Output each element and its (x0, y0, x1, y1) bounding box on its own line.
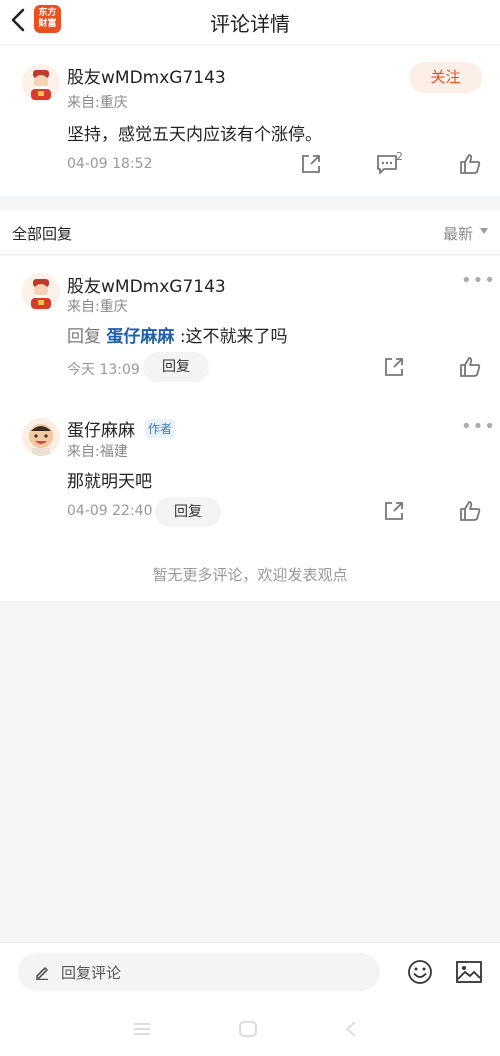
follow-button[interactable]: 关注 (409, 62, 482, 93)
reply-input[interactable]: 回复评论 (61, 962, 121, 983)
user-avatar[interactable] (22, 64, 60, 102)
mention-link[interactable]: 蛋仔麻麻 (106, 327, 174, 347)
more-options-icon[interactable]: ••• (461, 416, 496, 437)
more-options-icon[interactable]: ••• (461, 270, 496, 291)
god-of-wealth-avatar-icon (22, 64, 60, 102)
comment-text: 坚持，感觉五天内应该有个涨停。 (67, 125, 322, 145)
reply-username[interactable]: 股友wMDmxG7143 (67, 272, 226, 297)
bottom-bar: 回复评论 (0, 942, 500, 1056)
reply-avatar[interactable] (22, 273, 60, 311)
reply-time: 今天 13:09 (67, 362, 140, 378)
username[interactable]: 股友wMDmxG7143 (67, 63, 226, 88)
reply-input-box[interactable]: 回复评论 (18, 953, 380, 991)
comment-icon[interactable] (376, 153, 398, 175)
pencil-icon (36, 967, 48, 980)
god-of-wealth-avatar-icon (22, 273, 60, 311)
reply-avatar[interactable] (22, 418, 60, 456)
comment-count: 2 (396, 150, 403, 163)
reply-prefix: 回复 (67, 327, 101, 347)
like-icon[interactable] (459, 153, 481, 175)
replies-header: 全部回复 最新 (0, 210, 500, 255)
like-icon[interactable] (459, 500, 481, 522)
reply-location: 来自:重庆 (67, 299, 128, 315)
all-replies-title: 全部回复 (12, 225, 73, 243)
comment-time: 04-09 18:52 (67, 156, 153, 172)
share-icon[interactable] (383, 356, 405, 378)
reply-button[interactable]: 回复 (155, 497, 221, 527)
user-location: 来自:重庆 (67, 95, 128, 111)
main-comment-card: 股友wMDmxG7143 来自:重庆 关注 坚持，感觉五天内应该有个涨停。 04… (0, 46, 500, 196)
reply-button[interactable]: 回复 (143, 352, 209, 382)
home-nav-icon[interactable] (238, 1020, 258, 1038)
like-icon[interactable] (459, 356, 481, 378)
share-icon[interactable] (383, 500, 405, 522)
reply-time: 04-09 22:40 (67, 503, 153, 519)
sort-dropdown-icon[interactable] (480, 228, 488, 234)
sort-selector[interactable]: 最新 (443, 223, 473, 244)
back-nav-icon[interactable] (343, 1020, 359, 1038)
reply-body: :这不就来了吗 (179, 327, 288, 347)
baby-avatar-icon (22, 418, 60, 456)
menu-nav-icon[interactable] (132, 1021, 152, 1037)
emoji-icon[interactable] (407, 959, 433, 985)
reply-list: 股友wMDmxG7143 来自:重庆 ••• 回复 蛋仔麻麻 :这不就来了吗 今… (0, 256, 500, 601)
reply-text: 那就明天吧 (67, 472, 152, 492)
reply-text: 回复 蛋仔麻麻 :这不就来了吗 (67, 322, 288, 347)
share-icon[interactable] (300, 153, 322, 175)
top-bar: 东方 财富 评论详情 (0, 0, 500, 44)
image-icon[interactable] (455, 960, 483, 984)
page-title: 评论详情 (210, 12, 290, 36)
no-more-comments-note: 暂无更多评论，欢迎发表观点 (152, 566, 348, 584)
reply-username[interactable]: 蛋仔麻麻 (67, 416, 135, 441)
reply-location: 来自:福建 (67, 444, 128, 460)
author-badge: 作者 (145, 419, 176, 438)
